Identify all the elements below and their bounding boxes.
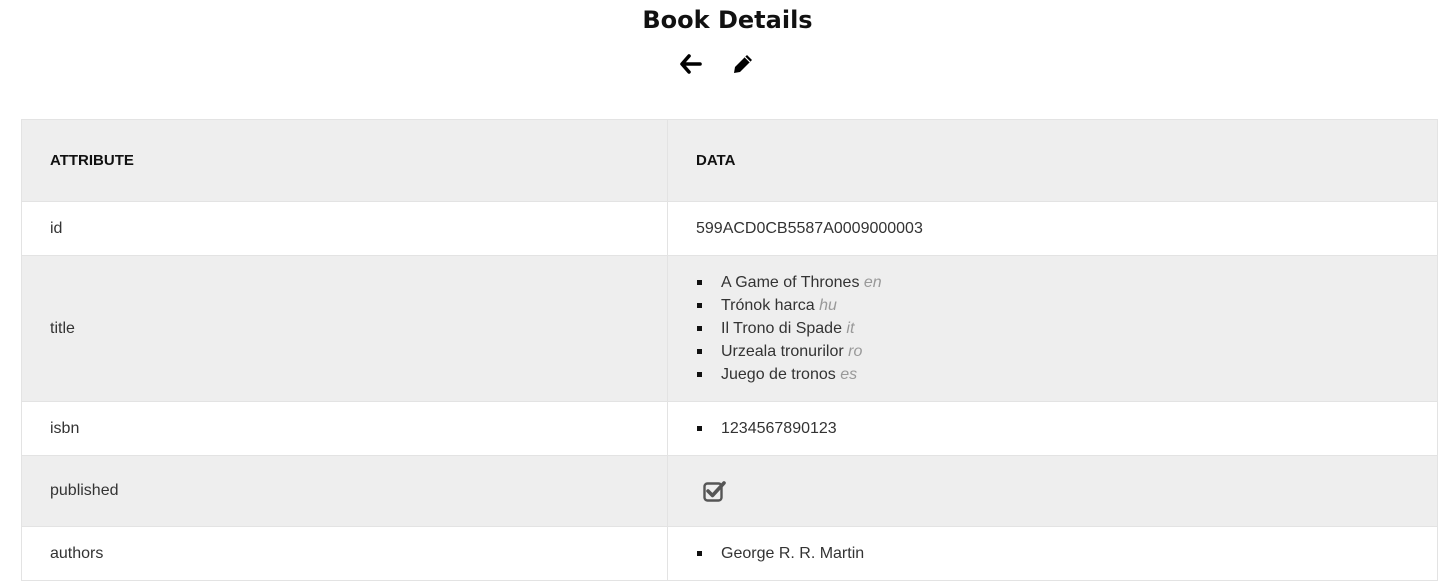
isbn-values: 1234567890123 (667, 401, 1438, 456)
attribute-label: title (21, 255, 668, 402)
table-row: id 599ACD0CB5587A0009000003 (21, 201, 1438, 256)
table-row: published (21, 455, 1438, 527)
authors-list: George R. R. Martin (696, 542, 1436, 565)
attribute-column-header: ATTRIBUTE (21, 119, 668, 202)
list-item: 1234567890123 (696, 417, 1436, 440)
list-item: Trónok harca hu (696, 294, 1436, 317)
list-item: Juego de tronos es (696, 363, 1436, 386)
arrow-left-icon[interactable] (679, 51, 703, 77)
language-tag: hu (819, 297, 837, 314)
title-text: Juego de tronos (721, 366, 836, 383)
title-text: Urzeala tronurilor (721, 343, 844, 360)
attribute-label: published (21, 455, 668, 527)
attribute-label: isbn (21, 401, 668, 456)
language-tag: es (840, 366, 858, 383)
toolbar (0, 51, 1455, 77)
page-title: Book Details (642, 6, 813, 34)
isbn-list: 1234567890123 (696, 417, 1436, 440)
table-row: isbn 1234567890123 (21, 401, 1438, 456)
table-row: title A Game of Thrones en Trónok harca … (21, 255, 1438, 402)
list-item: Urzeala tronurilor ro (696, 340, 1436, 363)
attribute-label: authors (21, 526, 668, 581)
language-tag: ro (848, 343, 863, 360)
title-text: A Game of Thrones (721, 274, 860, 291)
published-value (667, 455, 1438, 527)
list-item: A Game of Thrones en (696, 271, 1436, 294)
title-values: A Game of Thrones en Trónok harca hu Il … (667, 255, 1438, 402)
data-column-header: DATA (667, 119, 1438, 202)
table-row: authors George R. R. Martin (21, 526, 1438, 581)
language-tag: en (863, 274, 882, 291)
list-item: Il Trono di Spade it (696, 317, 1436, 340)
checked-checkbox-icon (703, 480, 727, 507)
details-table: ATTRIBUTE DATA id 599ACD0CB5587A00090000… (21, 119, 1438, 581)
attribute-label: id (21, 201, 668, 256)
id-value: 599ACD0CB5587A0009000003 (667, 201, 1438, 256)
table-header-row: ATTRIBUTE DATA (21, 119, 1438, 202)
language-tag: it (846, 320, 855, 337)
title-text: Trónok harca (721, 297, 815, 314)
authors-values: George R. R. Martin (667, 526, 1438, 581)
title-list: A Game of Thrones en Trónok harca hu Il … (696, 271, 1436, 386)
pencil-icon[interactable] (731, 51, 755, 77)
list-item[interactable]: George R. R. Martin (696, 542, 1436, 565)
title-text: Il Trono di Spade (721, 320, 842, 337)
